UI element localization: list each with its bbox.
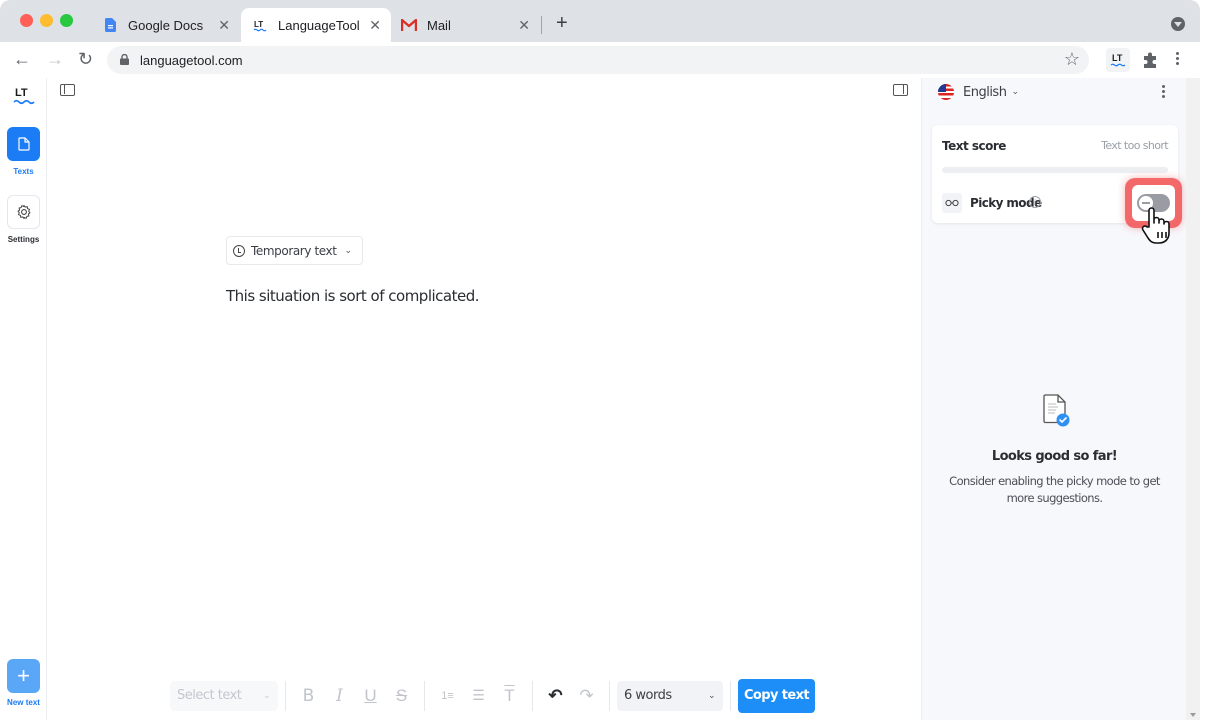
left-navigation: LT Texts Settings + New text xyxy=(0,78,47,720)
ordered-list-button[interactable]: 1≡ xyxy=(432,681,463,711)
chevron-down-icon: ⌄ xyxy=(262,690,271,701)
italic-button[interactable]: I xyxy=(324,681,355,711)
clear-format-button[interactable]: T xyxy=(494,681,525,711)
editor-area: Temporary text ⌄ This situation is sort … xyxy=(48,78,921,720)
tab-search-icon[interactable] xyxy=(1171,17,1185,31)
languagetool-icon: LT xyxy=(252,17,268,33)
back-button[interactable]: ← xyxy=(13,50,31,68)
close-tab-icon[interactable]: ✕ xyxy=(518,17,530,34)
tab-bar: Google Docs ✕ LT LanguageTool ✕ Mail ✕ + xyxy=(0,0,1200,42)
word-count-select[interactable]: 6 words ⌄ xyxy=(617,680,723,711)
divider xyxy=(285,680,286,711)
new-text-button[interactable]: + xyxy=(7,659,40,693)
new-tab-button[interactable]: + xyxy=(556,13,568,33)
bookmark-star-icon[interactable]: ☆ xyxy=(1064,49,1080,70)
language-label: English xyxy=(963,84,1007,100)
tab-label: Mail xyxy=(427,17,451,33)
undo-button[interactable]: ↶ xyxy=(540,681,571,711)
divider xyxy=(730,680,731,711)
chevron-down-icon: ⌄ xyxy=(1011,87,1019,97)
text-score-title: Text score xyxy=(942,139,1006,153)
svg-text:LT: LT xyxy=(15,87,28,99)
sidebar-item-texts[interactable] xyxy=(7,127,40,161)
maximize-window-button[interactable] xyxy=(60,14,73,27)
gmail-icon xyxy=(401,17,417,33)
url-text: languagetool.com xyxy=(140,53,243,68)
tab-mail[interactable]: Mail ✕ xyxy=(392,8,540,42)
more-options-icon[interactable] xyxy=(1162,85,1166,100)
scroll-down-arrow-icon[interactable] xyxy=(1190,713,1196,717)
languagetool-extension-icon[interactable]: LT xyxy=(1106,48,1130,72)
extensions-puzzle-icon[interactable] xyxy=(1141,51,1159,69)
document-text[interactable]: This situation is sort of complicated. xyxy=(226,287,480,305)
bullet-list-button[interactable]: ☰ xyxy=(463,681,494,711)
clock-icon xyxy=(233,244,245,257)
document-check-icon xyxy=(1043,394,1070,427)
gear-icon xyxy=(17,205,30,219)
text-score-status: Text too short xyxy=(1101,139,1168,152)
temporary-text-label: Temporary text xyxy=(251,243,337,258)
empty-state-title: Looks good so far! xyxy=(991,449,1118,464)
address-bar[interactable]: languagetool.com ☆ xyxy=(107,46,1089,74)
new-text-label: New text xyxy=(7,698,40,707)
sidebar-item-settings-label: Settings xyxy=(7,235,40,244)
underline-button[interactable]: U xyxy=(355,681,386,711)
language-selector[interactable]: English ⌄ xyxy=(938,84,1019,100)
scrollbar[interactable] xyxy=(1186,78,1200,720)
languagetool-logo[interactable]: LT xyxy=(13,84,35,106)
document-icon xyxy=(17,137,30,151)
divider xyxy=(532,680,533,711)
google-docs-icon xyxy=(102,17,118,33)
empty-state-description: Consider enabling the picky mode to get … xyxy=(949,474,1160,505)
close-tab-icon[interactable]: ✕ xyxy=(369,17,381,34)
tab-languagetool[interactable]: LT LanguageTool ✕ xyxy=(241,8,391,42)
toggle-right-panel-icon[interactable] xyxy=(893,84,908,96)
svg-text:LT: LT xyxy=(1112,53,1123,63)
toggle-sidebar-icon[interactable] xyxy=(60,84,75,96)
chevron-down-icon: ⌄ xyxy=(707,690,716,701)
lock-icon xyxy=(120,54,129,65)
close-window-button[interactable] xyxy=(20,14,33,27)
divider xyxy=(609,680,610,711)
select-placeholder: Select text xyxy=(177,688,242,703)
tab-google-docs[interactable]: Google Docs ✕ xyxy=(92,8,240,42)
reload-button[interactable]: ↻ xyxy=(78,50,93,68)
copy-text-button[interactable]: Copy text xyxy=(738,678,815,713)
formatting-toolbar: Select text ⌄ B I U S 1≡ ☰ T ↶ ↷ 6 words… xyxy=(170,678,815,713)
tab-label: Google Docs xyxy=(128,17,204,33)
chevron-down-icon: ⌄ xyxy=(344,245,353,256)
paragraph-style-select[interactable]: Select text ⌄ xyxy=(170,680,278,711)
close-tab-icon[interactable]: ✕ xyxy=(218,17,230,34)
info-icon[interactable]: i xyxy=(1029,196,1041,208)
forward-button[interactable]: → xyxy=(46,50,64,68)
glasses-icon xyxy=(942,193,962,213)
minimize-window-button[interactable] xyxy=(40,14,53,27)
word-count: 6 words xyxy=(624,688,672,703)
text-score-progress xyxy=(942,167,1168,173)
svg-text:LT: LT xyxy=(254,20,263,29)
sidebar-item-settings[interactable] xyxy=(7,195,40,229)
bold-button[interactable]: B xyxy=(293,681,324,711)
divider xyxy=(424,680,425,711)
redo-button[interactable]: ↷ xyxy=(571,681,602,711)
right-panel: English ⌄ Text score Text too short Pick… xyxy=(921,78,1186,720)
browser-window: Google Docs ✕ LT LanguageTool ✕ Mail ✕ +… xyxy=(0,0,1200,720)
strikethrough-button[interactable]: S xyxy=(386,681,417,711)
browser-menu-icon[interactable] xyxy=(1176,52,1180,67)
languagetool-app: LT Texts Settings + New text Temporary t… xyxy=(0,78,1200,720)
us-flag-icon xyxy=(938,84,954,100)
sidebar-item-texts-label: Texts xyxy=(13,167,34,176)
tab-separator xyxy=(541,16,542,34)
tab-label: LanguageTool xyxy=(278,17,360,33)
plus-icon: + xyxy=(17,663,30,688)
hand-cursor-icon xyxy=(1141,207,1170,244)
temporary-text-dropdown[interactable]: Temporary text ⌄ xyxy=(226,236,363,265)
